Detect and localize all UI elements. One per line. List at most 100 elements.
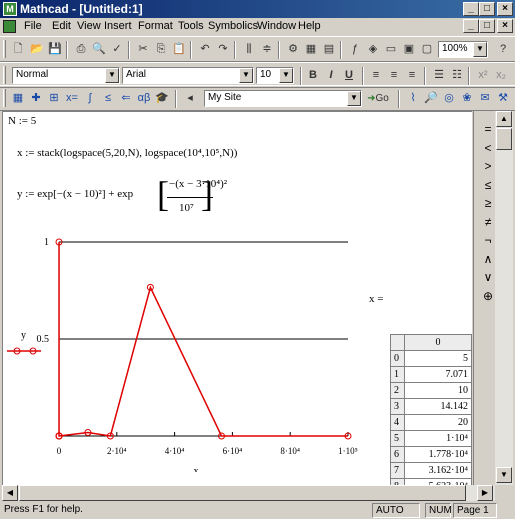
chevron-down-icon[interactable]: ▼ — [105, 68, 119, 83]
align-right-icon[interactable]: ≡ — [403, 67, 421, 84]
document-icon[interactable] — [3, 20, 16, 33]
insert-function-icon[interactable]: ƒ — [346, 41, 364, 58]
palette-xor-button[interactable]: ⊕ — [480, 288, 496, 304]
redo-icon[interactable]: ↷ — [214, 41, 232, 58]
align-across-icon[interactable]: ⫼ — [240, 41, 258, 58]
palette-equal-button[interactable]: = — [480, 121, 496, 137]
chevron-down-icon[interactable]: ▼ — [239, 68, 253, 83]
scroll-left-icon[interactable]: ◀ — [2, 485, 18, 501]
doc-restore-button[interactable]: □ — [479, 19, 495, 33]
table-row[interactable]: 6 1.778·10⁴ — [390, 446, 472, 463]
go-button[interactable]: ➜Go — [364, 90, 392, 107]
save-icon[interactable]: 💾 — [46, 41, 64, 58]
new-icon[interactable]: 🗋 — [9, 41, 27, 58]
scroll-down-icon[interactable]: ▼ — [496, 467, 512, 483]
table-row[interactable]: 7 3.162·10⁴ — [390, 462, 472, 479]
cut-icon[interactable]: ✂ — [134, 41, 152, 58]
palette-not-button[interactable]: ¬ — [480, 232, 496, 248]
chevron-down-icon[interactable]: ▼ — [473, 42, 487, 57]
zoom-select[interactable]: 100% ▼ — [438, 41, 488, 58]
numbering-icon[interactable]: ☷ — [448, 67, 466, 84]
calculus-palette-icon[interactable]: ∫ — [81, 90, 99, 107]
bold-button[interactable]: B — [304, 67, 322, 84]
superscript-icon[interactable]: x² — [474, 67, 492, 84]
doc-close-button[interactable]: × — [497, 19, 513, 33]
align-center-icon[interactable]: ≡ — [385, 67, 403, 84]
spell-check-icon[interactable]: ✓ — [108, 41, 126, 58]
window-icon[interactable]: ▢ — [418, 41, 436, 58]
menu-symbolics[interactable]: Symbolics — [208, 20, 258, 32]
web-icon[interactable]: ◎ — [440, 90, 458, 107]
menu-view[interactable]: View — [77, 20, 101, 32]
chevron-down-icon[interactable]: ▼ — [347, 91, 361, 106]
close-button[interactable]: × — [497, 2, 513, 16]
search-icon[interactable]: 🔎 — [422, 90, 440, 107]
copy-icon[interactable]: ⎘ — [152, 41, 170, 58]
doc-minimize-button[interactable]: _ — [463, 19, 479, 33]
menu-edit[interactable]: Edit — [52, 20, 71, 32]
worksheet[interactable]: N := 5 x := stack(logspace(5,20,N), logs… — [2, 111, 472, 485]
minimize-button[interactable]: _ — [463, 2, 479, 16]
print-preview-icon[interactable]: 🔍 — [90, 41, 108, 58]
tools-icon[interactable]: ⚒ — [494, 90, 512, 107]
menu-window[interactable]: Window — [257, 20, 296, 32]
vertical-scrollbar[interactable]: ▲ ▼ — [495, 111, 513, 485]
menu-file[interactable]: File — [24, 20, 42, 32]
palette-less-equal-button[interactable]: ≤ — [480, 177, 496, 193]
toolbar-grip[interactable] — [3, 66, 6, 84]
undo-icon[interactable]: ↶ — [196, 41, 214, 58]
palette-greater-equal-button[interactable]: ≥ — [480, 195, 496, 211]
scroll-thumb[interactable] — [19, 485, 466, 501]
menu-tools[interactable]: Tools — [178, 20, 204, 32]
programming-palette-icon[interactable]: ⇐ — [117, 90, 135, 107]
insert-graph-icon[interactable]: ▦ — [302, 41, 320, 58]
collaboratory-icon[interactable]: ❀ — [458, 90, 476, 107]
insert-unit-icon[interactable]: ◈ — [364, 41, 382, 58]
table-row[interactable]: 5 1·10⁴ — [390, 430, 472, 447]
evaluation-palette-icon[interactable]: x= — [63, 90, 81, 107]
equation-x[interactable]: x := stack(logspace(5,20,N), logspace(10… — [17, 147, 237, 159]
table-row[interactable]: 2 10 — [390, 382, 472, 399]
address-select[interactable]: My Site ▼ — [204, 90, 362, 107]
matrix-palette-icon[interactable]: ⊞ — [45, 90, 63, 107]
resource-back-icon[interactable]: ◂ — [181, 90, 199, 107]
menu-format[interactable]: Format — [138, 20, 173, 32]
insert-matrix-icon[interactable]: ▤ — [320, 41, 338, 58]
italic-button[interactable]: I — [322, 67, 340, 84]
scroll-up-icon[interactable]: ▲ — [496, 111, 512, 127]
palette-or-button[interactable]: ∨ — [480, 269, 496, 285]
component-icon[interactable]: ▣ — [400, 41, 418, 58]
underline-button[interactable]: U — [340, 67, 358, 84]
table-row[interactable]: 1 7.071 — [390, 366, 472, 383]
palette-less-than-button[interactable]: < — [480, 140, 496, 156]
scroll-right-icon[interactable]: ▶ — [477, 485, 493, 501]
chevron-down-icon[interactable]: ▼ — [279, 68, 293, 83]
style-select[interactable]: Normal ▼ — [12, 67, 120, 84]
horizontal-scrollbar[interactable]: ◀ ▶ — [2, 485, 495, 501]
greek-palette-icon[interactable]: αβ — [135, 90, 153, 107]
palette-and-button[interactable]: ∧ — [480, 251, 496, 267]
table-row[interactable]: 4 20 — [390, 414, 472, 431]
xy-plot[interactable]: 0 2·10⁴ 4·10⁴ 6·10⁴ 8·10⁴ 1·10⁵ 1 0.5 x y — [3, 236, 363, 472]
align-down-icon[interactable]: ≑ — [258, 41, 276, 58]
menu-insert[interactable]: Insert — [104, 20, 132, 32]
help-icon[interactable]: ? — [494, 41, 512, 58]
palette-not-equal-button[interactable]: ≠ — [480, 214, 496, 230]
equation-n[interactable]: N := 5 — [8, 115, 36, 127]
calculate-icon[interactable]: ⚙ — [284, 41, 302, 58]
chart-icon[interactable]: ⌇ — [404, 90, 422, 107]
paste-icon[interactable]: 📋 — [170, 41, 188, 58]
boolean-palette-icon[interactable]: ≤ — [99, 90, 117, 107]
print-icon[interactable]: ⎙ — [72, 41, 90, 58]
menu-help[interactable]: Help — [298, 20, 321, 32]
open-icon[interactable]: 📂 — [28, 41, 46, 58]
symbolic-palette-icon[interactable]: 🎓 — [153, 90, 171, 107]
scroll-thumb[interactable] — [496, 128, 512, 150]
mail-icon[interactable]: ✉ — [476, 90, 494, 107]
font-size-select[interactable]: 10 ▼ — [256, 67, 294, 84]
result-table[interactable]: 0 0 5 1 7.071 2 10 3 14.142 4 20 5 1·10⁴ 6 1.778·10⁴ 7 3… — [390, 334, 472, 485]
font-select[interactable]: Arial ▼ — [122, 67, 254, 84]
toolbar-grip[interactable] — [3, 40, 6, 58]
mathcad-app-icon[interactable]: M — [3, 2, 17, 16]
calculator-icon[interactable]: ▦ — [9, 90, 27, 107]
